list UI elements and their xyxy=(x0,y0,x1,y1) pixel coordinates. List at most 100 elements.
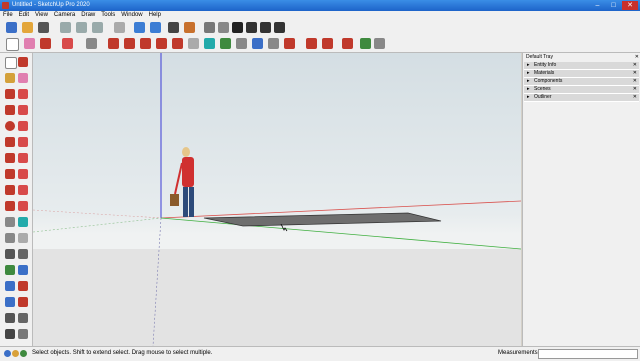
new-icon[interactable] xyxy=(6,22,17,33)
save-icon[interactable] xyxy=(38,22,49,33)
zoom-window-tool-icon[interactable] xyxy=(18,281,28,291)
rotate-icon[interactable] xyxy=(140,38,151,49)
close-button[interactable]: ✕ xyxy=(622,1,638,10)
paint-bucket-tool-icon[interactable] xyxy=(5,73,15,83)
person-scale-figure[interactable] xyxy=(170,147,194,217)
section-close-icon[interactable]: ✕ xyxy=(633,70,637,77)
selected-rectangle-face[interactable] xyxy=(203,212,442,227)
previous-view-tool-icon[interactable] xyxy=(18,297,28,307)
line-tool-icon[interactable] xyxy=(5,89,15,99)
three-point-arc-tool-icon[interactable] xyxy=(5,153,15,163)
iso-view-icon[interactable] xyxy=(204,22,215,33)
paint-bucket-icon[interactable] xyxy=(220,38,231,49)
look-around-tool-icon[interactable] xyxy=(18,313,28,323)
two-point-arc-tool-icon[interactable] xyxy=(18,137,28,147)
user-icon[interactable] xyxy=(20,350,27,357)
pan-tool-icon[interactable] xyxy=(18,265,28,275)
axes-tool-icon[interactable] xyxy=(18,233,28,243)
pan-icon[interactable] xyxy=(252,38,263,49)
select-icon[interactable] xyxy=(6,38,19,51)
menu-tools[interactable]: Tools xyxy=(98,11,118,20)
rectangle-icon[interactable] xyxy=(86,38,97,49)
section-close-icon[interactable]: ✕ xyxy=(633,62,637,69)
maximize-button[interactable]: □ xyxy=(606,1,621,10)
section-close-icon[interactable]: ✕ xyxy=(633,78,637,85)
menu-window[interactable]: Window xyxy=(118,11,145,20)
menu-view[interactable]: View xyxy=(32,11,51,20)
arc-icon[interactable] xyxy=(62,38,73,49)
tray-section-entity-info[interactable]: ▸ Entity Info ✕ xyxy=(524,62,639,70)
menu-camera[interactable]: Camera xyxy=(51,11,78,20)
right-view-icon[interactable] xyxy=(246,22,257,33)
redo-icon[interactable] xyxy=(150,22,161,33)
warehouse-icon[interactable] xyxy=(306,38,317,49)
print-icon[interactable] xyxy=(168,22,179,33)
position-camera-tool-icon[interactable] xyxy=(5,313,15,323)
3d-text-tool-icon[interactable] xyxy=(18,249,28,259)
tray-section-materials[interactable]: ▸ Materials ✕ xyxy=(524,70,639,78)
move-icon[interactable] xyxy=(124,38,135,49)
front-view-icon[interactable] xyxy=(232,22,243,33)
tray-section-components[interactable]: ▸ Components ✕ xyxy=(524,78,639,86)
extension-icon[interactable] xyxy=(322,38,333,49)
circle-tool-icon[interactable] xyxy=(5,121,15,131)
push-pull-tool-icon[interactable] xyxy=(18,169,28,179)
zoom-extents-icon[interactable] xyxy=(284,38,295,49)
credits-icon[interactable] xyxy=(12,350,19,357)
copy-icon[interactable] xyxy=(76,22,87,33)
extension-manager-icon[interactable] xyxy=(374,38,385,49)
freehand-tool-icon[interactable] xyxy=(18,89,28,99)
erase-icon[interactable] xyxy=(114,22,125,33)
walk-tool-icon[interactable] xyxy=(5,329,15,339)
dimension-tool-icon[interactable] xyxy=(5,249,15,259)
eraser-icon[interactable] xyxy=(24,38,35,49)
zoom-icon[interactable] xyxy=(268,38,279,49)
text-icon[interactable] xyxy=(204,38,215,49)
push-pull-icon[interactable] xyxy=(108,38,119,49)
line-icon[interactable] xyxy=(40,38,51,49)
paste-icon[interactable] xyxy=(92,22,103,33)
undo-icon[interactable] xyxy=(134,22,145,33)
cut-icon[interactable] xyxy=(60,22,71,33)
offset-tool-icon[interactable] xyxy=(18,201,28,211)
pie-tool-icon[interactable] xyxy=(18,153,28,163)
tray-close-icon[interactable]: ✕ xyxy=(635,54,639,60)
make-component-icon[interactable] xyxy=(18,57,28,67)
arc-tool-icon[interactable] xyxy=(5,137,15,147)
modeling-viewport[interactable] xyxy=(33,53,521,346)
back-view-icon[interactable] xyxy=(260,22,271,33)
georeference-icon[interactable] xyxy=(4,350,11,357)
text-tool-icon[interactable] xyxy=(18,217,28,227)
zoom-extents-tool-icon[interactable] xyxy=(5,297,15,307)
minimize-button[interactable]: – xyxy=(590,1,605,10)
scale-icon[interactable] xyxy=(156,38,167,49)
zoom-tool-icon[interactable] xyxy=(5,281,15,291)
section-close-icon[interactable]: ✕ xyxy=(633,94,637,101)
menu-help[interactable]: Help xyxy=(146,11,164,20)
scale-tool-icon[interactable] xyxy=(5,201,15,211)
open-icon[interactable] xyxy=(22,22,33,33)
section-close-icon[interactable]: ✕ xyxy=(633,86,637,93)
eraser-tool-icon[interactable] xyxy=(18,73,28,83)
left-view-icon[interactable] xyxy=(274,22,285,33)
protractor-tool-icon[interactable] xyxy=(5,233,15,243)
ruby-icon[interactable] xyxy=(360,38,371,49)
tray-section-scenes[interactable]: ▸ Scenes ✕ xyxy=(524,86,639,94)
model-info-icon[interactable] xyxy=(184,22,195,33)
move-tool-icon[interactable] xyxy=(5,169,15,179)
rotate-tool-icon[interactable] xyxy=(5,185,15,195)
measurements-input[interactable] xyxy=(538,349,638,359)
tray-section-outliner[interactable]: ▸ Outliner ✕ xyxy=(524,94,639,102)
orbit-icon[interactable] xyxy=(236,38,247,49)
rectangle-tool-icon[interactable] xyxy=(5,105,15,115)
select-tool-icon[interactable] xyxy=(5,57,17,69)
follow-me-tool-icon[interactable] xyxy=(18,185,28,195)
tape-measure-icon[interactable] xyxy=(188,38,199,49)
orbit-tool-icon[interactable] xyxy=(5,265,15,275)
menu-file[interactable]: File xyxy=(0,11,16,20)
rotated-rectangle-tool-icon[interactable] xyxy=(18,105,28,115)
offset-icon[interactable] xyxy=(172,38,183,49)
polygon-tool-icon[interactable] xyxy=(18,121,28,131)
menu-edit[interactable]: Edit xyxy=(16,11,32,20)
top-view-icon[interactable] xyxy=(218,22,229,33)
